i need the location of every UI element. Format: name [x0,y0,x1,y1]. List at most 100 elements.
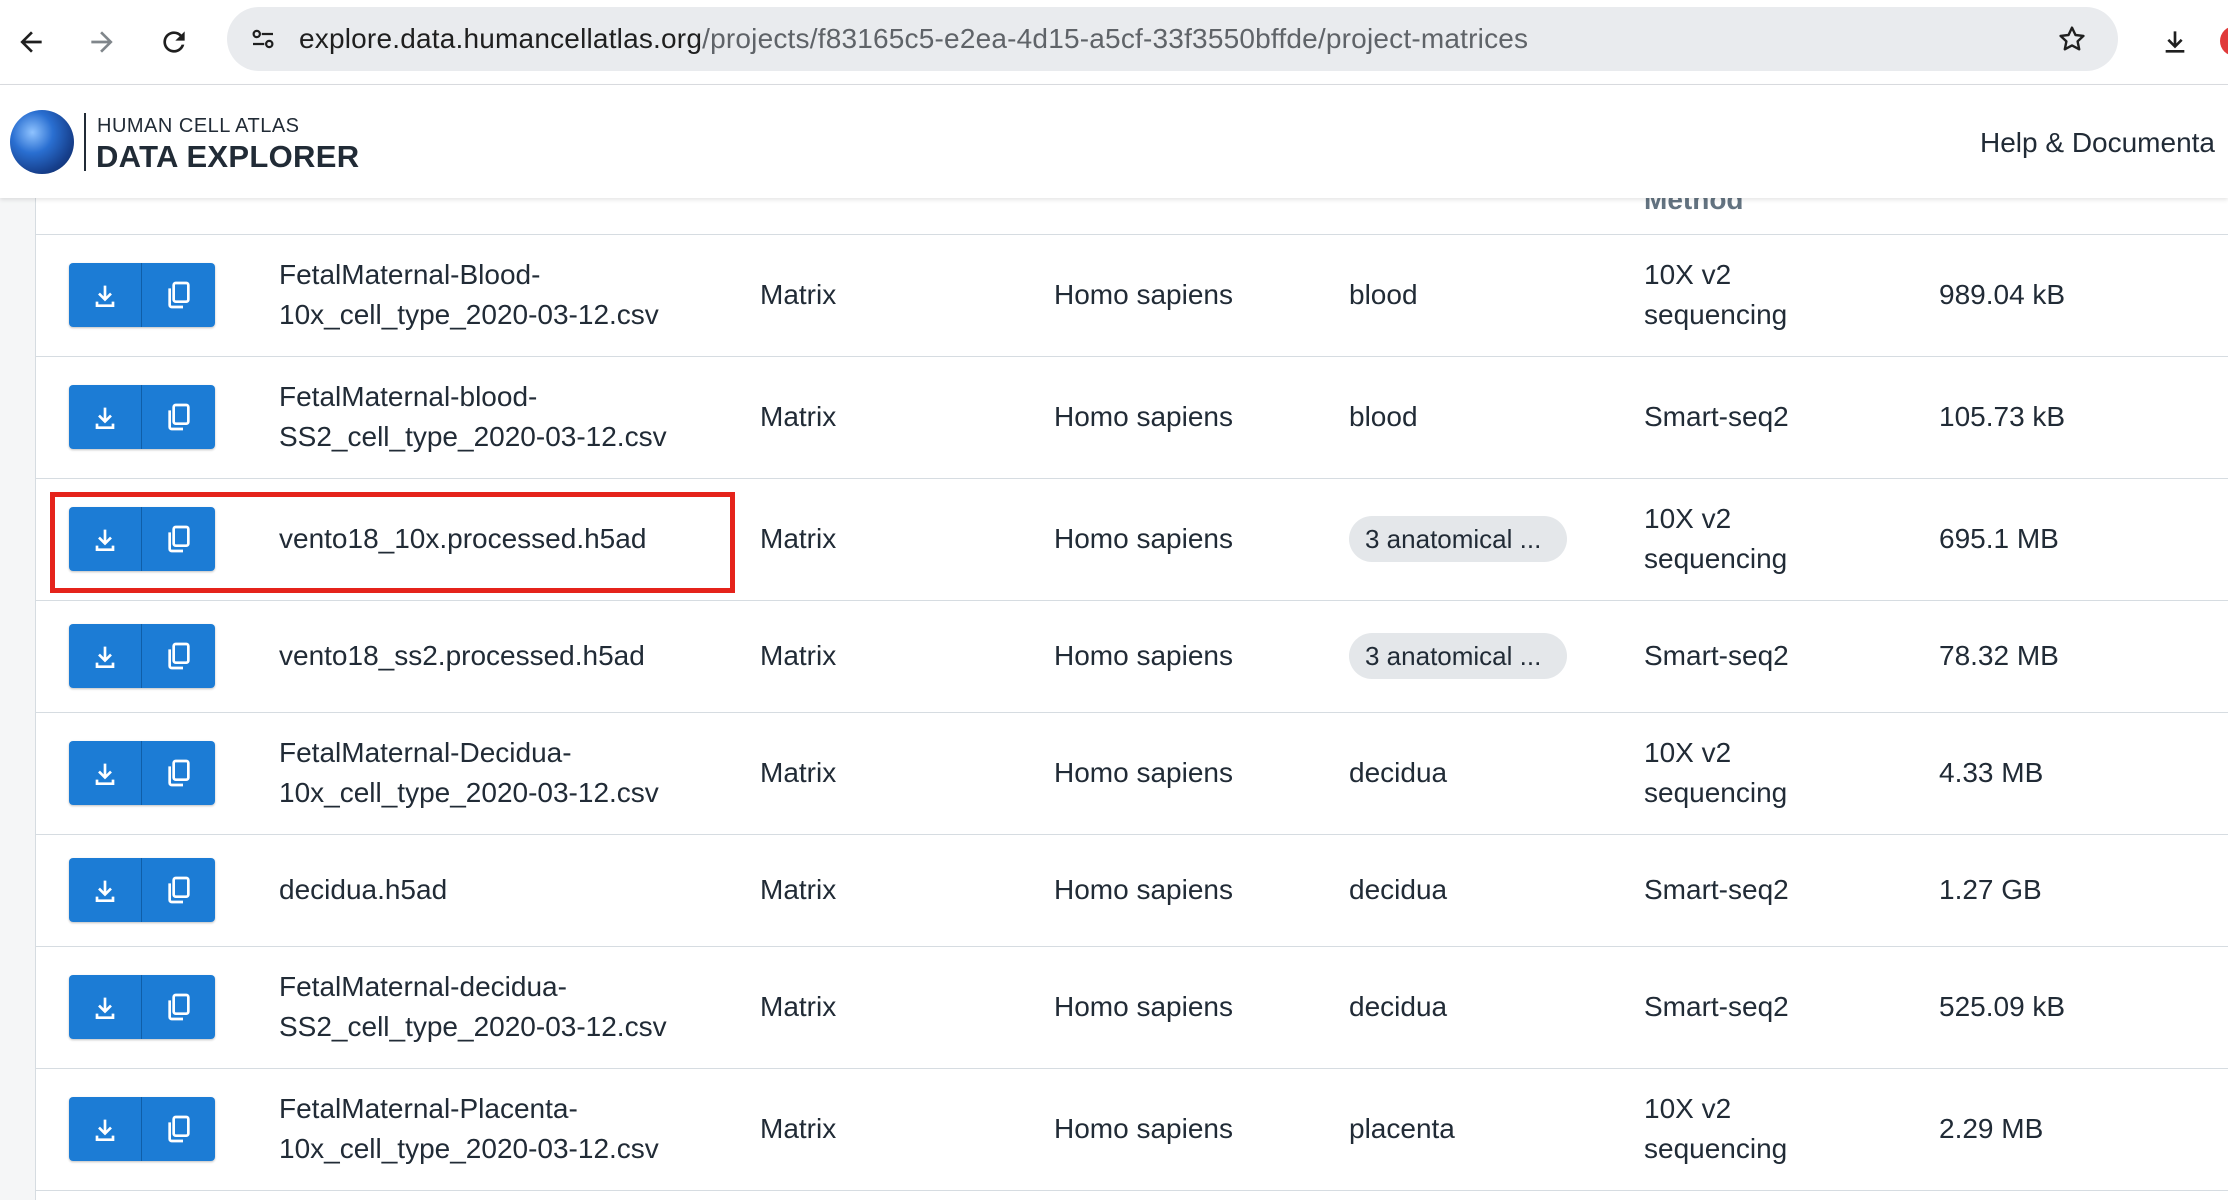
download-button[interactable] [69,1097,141,1161]
copy-icon [167,1115,190,1143]
copy-link-button[interactable] [141,1097,215,1161]
copy-icon [167,525,190,553]
species: Homo sapiens [1054,401,1233,432]
copy-link-button[interactable] [141,975,215,1039]
copy-icon [167,759,190,787]
address-bar[interactable]: explore.data.humancellatlas.org/projects… [227,7,2118,71]
species: Homo sapiens [1054,640,1233,671]
content-type: Matrix [760,279,837,310]
download-button[interactable] [69,385,141,449]
back-button[interactable] [6,17,56,67]
logo-divider [84,113,86,171]
organ: decidua [1349,874,1448,905]
table-header: Method [36,198,2228,235]
row-action-buttons [69,1097,215,1161]
copy-link-button[interactable] [141,624,215,688]
file-name: FetalMaternal-Placenta-10x_cell_type_202… [279,1093,659,1164]
reload-icon [163,31,185,53]
download-button[interactable] [69,263,141,327]
copy-icon [167,876,190,904]
logo-line1[interactable]: HUMAN CELL ATLAS [97,115,300,138]
url-host: explore.data.humancellatlas.org [299,23,703,54]
bookmark-star-icon[interactable] [2054,21,2090,57]
row-action-buttons [69,385,215,449]
copy-icon [167,281,190,309]
copy-link-button[interactable] [141,858,215,922]
file-size: 105.73 kB [1939,401,2066,432]
url-text[interactable]: explore.data.humancellatlas.org/projects… [299,25,1528,53]
download-icon [95,529,115,551]
organ: blood [1349,401,1418,432]
table-row: FetalMaternal-blood-SS2_cell_type_2020-0… [36,356,2228,479]
file-size: 78.32 MB [1939,640,2059,671]
file-size: 1.27 GB [1939,874,2042,905]
content-type: Matrix [760,874,837,905]
copy-link-button[interactable] [141,507,215,571]
copy-link-button[interactable] [141,741,215,805]
file-size: 4.33 MB [1939,757,2044,788]
download-button[interactable] [69,858,141,922]
download-icon [95,997,115,1019]
library-method: 10X v2 sequencing [1644,503,1788,574]
species: Homo sapiens [1054,1113,1233,1144]
file-name: FetalMaternal-Blood-10x_cell_type_2020-0… [279,259,659,330]
library-method: 10X v2 sequencing [1644,259,1788,330]
row-action-buttons [69,975,215,1039]
content-type: Matrix [760,1113,837,1144]
content-type: Matrix [760,523,837,554]
library-method: Smart-seq2 [1644,401,1789,432]
organ: decidua [1349,991,1448,1022]
profile-avatar[interactable] [2220,26,2228,56]
logo-line2[interactable]: DATA EXPLORER [96,139,359,175]
download-button[interactable] [69,741,141,805]
download-icon [95,407,115,429]
row-action-buttons [69,858,215,922]
library-method: Smart-seq2 [1644,991,1789,1022]
library-method: Smart-seq2 [1644,874,1789,905]
row-action-buttons [69,507,215,571]
organ: blood [1349,279,1418,310]
table-row: vento18_10x.processed.h5ad Matrix Homo sap… [36,478,2228,601]
project-matrices-table: Method FetalMaternal-Blood-10x_cell_type… [35,198,2228,1200]
column-header-method: Method [1644,198,1744,215]
content-type: Matrix [760,401,837,432]
organ-chip[interactable]: 3 anatomical ... [1349,516,1568,562]
row-action-buttons [69,263,215,327]
table-row: decidua.h5ad Matrix Homo sapiens decidua Sma… [36,834,2228,947]
copy-link-button[interactable] [141,263,215,327]
downloads-button[interactable] [2150,17,2200,67]
download-icon [95,1119,115,1141]
organ: decidua [1349,757,1448,788]
download-button[interactable] [69,507,141,571]
file-name: FetalMaternal-decidua-SS2_cell_type_2020… [279,971,667,1042]
download-icon [2165,31,2185,53]
species: Homo sapiens [1054,523,1233,554]
download-button[interactable] [69,975,141,1039]
arrow-left-icon [20,31,42,53]
library-method: Smart-seq2 [1644,640,1789,671]
site-info-icon[interactable] [243,19,283,59]
help-documentation-link[interactable]: Help & Documenta [1980,127,2215,159]
url-path: /projects/f83165c5-e2ea-4d15-a5cf-33f355… [702,23,1529,54]
copy-link-button[interactable] [141,385,215,449]
file-name: vento18_ss2.processed.h5ad [279,640,645,671]
content-type: Matrix [760,640,837,671]
library-method: 10X v2 sequencing [1644,1093,1788,1164]
file-name: FetalMaternal-Decidua-10x_cell_type_2020… [279,737,659,808]
download-icon [95,285,115,307]
species: Homo sapiens [1054,874,1233,905]
file-size: 695.1 MB [1939,523,2059,554]
download-icon [95,763,115,785]
content-type: Matrix [760,757,837,788]
hca-logo-globe[interactable] [10,110,74,174]
library-method: 10X v2 sequencing [1644,737,1788,808]
reload-button[interactable] [149,17,199,67]
forward-button[interactable] [77,17,127,67]
app-header: HUMAN CELL ATLAS DATA EXPLORER Help & Do… [0,85,2228,198]
download-icon [95,646,115,668]
file-name: vento18_10x.processed.h5ad [279,523,647,554]
download-button[interactable] [69,624,141,688]
organ-chip[interactable]: 3 anatomical ... [1349,633,1568,679]
content-type: Matrix [760,991,837,1022]
copy-icon [167,642,190,670]
